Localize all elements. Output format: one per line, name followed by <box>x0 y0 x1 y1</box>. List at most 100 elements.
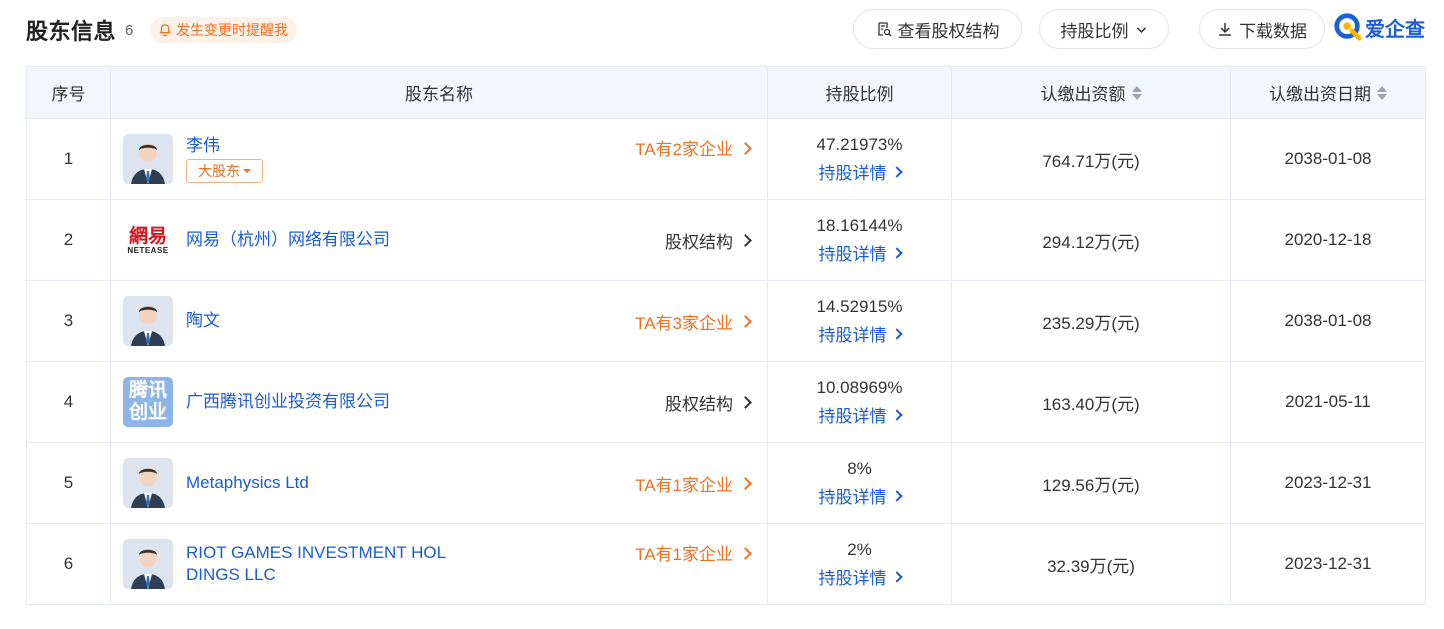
shareholder-cell: 腾讯 创业 广西腾讯创业投资有限公司 股权结构 <box>110 362 767 442</box>
subscribed-date: 2023-12-31 <box>1230 524 1425 604</box>
sort-icon[interactable] <box>1131 85 1142 100</box>
shareholder-name-link[interactable]: 李伟 <box>186 135 263 157</box>
person-avatar-icon <box>123 458 173 508</box>
view-equity-structure-button[interactable]: 查看股权结构 <box>853 9 1022 49</box>
subscribed-date: 2021-05-11 <box>1230 362 1425 442</box>
holding-detail-label: 持股详情 <box>818 568 887 588</box>
row-index: 1 <box>63 149 74 168</box>
chevron-right-icon <box>739 141 752 155</box>
download-data-label: 下载数据 <box>1239 21 1307 41</box>
ratio-value: 14.52915% <box>816 296 903 316</box>
column-header-date[interactable]: 认缴出资日期 <box>1230 67 1425 118</box>
ratio-dropdown[interactable]: 持股比例 <box>1039 9 1169 49</box>
shareholder-cell: 陶文 TA有3家企业 <box>110 281 767 361</box>
shareholder-name-link[interactable]: RIOT GAMES INVESTMENT HOL DINGS LLC <box>186 524 446 604</box>
structure-search-icon <box>877 22 891 37</box>
person-avatar-icon <box>123 539 173 589</box>
equity-structure-label: 股权结构 <box>665 232 733 252</box>
change-remind-label: 发生变更时提醒我 <box>176 22 288 38</box>
column-header-amount[interactable]: 认缴出资额 <box>951 67 1230 118</box>
shareholder-name-link[interactable]: Metaphysics Ltd <box>186 472 309 494</box>
shareholder-cell: RIOT GAMES INVESTMENT HOL DINGS LLC TA有1… <box>110 524 767 604</box>
column-header-name: 股东名称 <box>110 67 767 118</box>
equity-structure-link[interactable]: 股权结构 <box>665 200 752 280</box>
shareholder-cell: 網易 NETEASE 网易（杭州）网络有限公司 股权结构 <box>110 200 767 280</box>
table-row: 2 網易 NETEASE 网易（杭州）网络有限公司 股权结构 18.16144%… <box>27 199 1425 280</box>
shareholder-count: 6 <box>125 22 134 39</box>
subscribed-amount: 294.12万(元) <box>951 200 1230 280</box>
ratio-value: 8% <box>847 458 872 478</box>
chevron-right-icon <box>739 546 752 560</box>
shareholder-name-link[interactable]: 广西腾讯创业投资有限公司 <box>186 391 390 413</box>
shareholder-name-link[interactable]: 陶文 <box>186 310 220 332</box>
table-header-row: 序号 股东名称 持股比例 认缴出资额 认缴出资日期 <box>27 67 1425 118</box>
row-index: 5 <box>63 473 74 492</box>
holding-detail-label: 持股详情 <box>818 325 887 345</box>
holding-detail-link[interactable]: 持股详情 <box>818 321 903 346</box>
related-companies-link[interactable]: TA有1家企业 <box>635 443 752 523</box>
table-row: 3 陶文 TA有3家企业 14.52915% 持股详情 235.29万(元) 2… <box>27 280 1425 361</box>
chevron-right-icon <box>890 570 903 583</box>
download-icon <box>1219 23 1231 36</box>
holding-detail-label: 持股详情 <box>818 244 887 264</box>
chevron-right-icon <box>739 234 752 247</box>
download-data-button[interactable]: 下载数据 <box>1199 9 1325 49</box>
shareholder-cell: 李伟 大股东 TA有2家企业 <box>110 119 767 199</box>
logo-text-top: 網易 <box>128 224 167 247</box>
column-header-amount-label: 认缴出资额 <box>1040 85 1126 104</box>
shareholder-name-link[interactable]: 网易（杭州）网络有限公司 <box>186 229 390 251</box>
related-companies-link[interactable]: TA有3家企业 <box>635 281 752 361</box>
holding-detail-link[interactable]: 持股详情 <box>818 402 903 427</box>
subscribed-amount: 163.40万(元) <box>951 362 1230 442</box>
logo-text-top: 腾讯 <box>128 380 167 401</box>
ratio-value: 47.21973% <box>816 134 903 154</box>
chevron-right-icon <box>739 477 752 490</box>
subscribed-amount: 235.29万(元) <box>951 281 1230 361</box>
ratio-cell: 2% 持股详情 <box>767 524 951 604</box>
holding-detail-link[interactable]: 持股详情 <box>818 240 903 265</box>
holding-detail-label: 持股详情 <box>818 406 887 426</box>
ratio-cell: 8% 持股详情 <box>767 443 951 523</box>
holding-detail-link[interactable]: 持股详情 <box>818 483 903 508</box>
chevron-right-icon <box>890 246 903 259</box>
row-index: 4 <box>63 392 74 411</box>
ratio-cell: 10.08969% 持股详情 <box>767 362 951 442</box>
row-index: 3 <box>63 311 74 330</box>
brand-name: 爱企查 <box>1365 18 1425 41</box>
ratio-value: 2% <box>847 539 872 559</box>
related-companies-link[interactable]: TA有1家企业 <box>635 540 752 565</box>
logo-text-bottom: NETEASE <box>127 245 169 255</box>
subscribed-date: 2020-12-18 <box>1230 200 1425 280</box>
major-shareholder-tag[interactable]: 大股东 <box>186 159 263 183</box>
related-companies-link[interactable]: TA有2家企业 <box>635 135 752 160</box>
ratio-dropdown-label: 持股比例 <box>1060 21 1129 41</box>
brand-logo: 爱企查 <box>1333 12 1425 42</box>
section-header: 股东信息 6 发生变更时提醒我 查看股权结构 持股比例 下载数据 爱企查 <box>0 0 1444 60</box>
subscribed-date: 2038-01-08 <box>1230 281 1425 361</box>
holding-detail-link[interactable]: 持股详情 <box>818 564 903 589</box>
shareholder-name-line-1: RIOT GAMES INVESTMENT HOL <box>186 543 447 562</box>
subscribed-amount: 32.39万(元) <box>951 524 1230 604</box>
ratio-cell: 47.21973% 持股详情 <box>767 119 951 199</box>
change-remind-button[interactable]: 发生变更时提醒我 <box>150 17 297 43</box>
major-shareholder-tag-label: 大股东 <box>198 163 240 179</box>
holding-detail-link[interactable]: 持股详情 <box>818 159 903 184</box>
related-companies-label: TA有2家企业 <box>635 140 733 159</box>
person-avatar-icon <box>123 296 173 346</box>
sort-icon[interactable] <box>1377 85 1387 100</box>
chevron-right-icon <box>739 396 752 409</box>
subscribed-amount: 129.56万(元) <box>951 443 1230 523</box>
table-row: 4 腾讯 创业 广西腾讯创业投资有限公司 股权结构 10.08969% 持股详情… <box>27 361 1425 442</box>
equity-structure-link[interactable]: 股权结构 <box>665 362 752 442</box>
holding-detail-label: 持股详情 <box>818 163 887 183</box>
row-index: 2 <box>63 230 74 249</box>
chevron-right-icon <box>890 489 903 502</box>
subscribed-date: 2038-01-08 <box>1230 119 1425 199</box>
company-logo: 腾讯 创业 <box>123 377 173 427</box>
chevron-right-icon <box>890 327 903 340</box>
column-header-index: 序号 <box>51 85 86 104</box>
person-avatar-icon <box>123 134 173 184</box>
holding-detail-label: 持股详情 <box>818 487 887 507</box>
subscribed-amount: 764.71万(元) <box>951 119 1230 199</box>
table-row: 5 Metaphysics Ltd TA有1家企业 8% 持股详情 129.56… <box>27 442 1425 523</box>
